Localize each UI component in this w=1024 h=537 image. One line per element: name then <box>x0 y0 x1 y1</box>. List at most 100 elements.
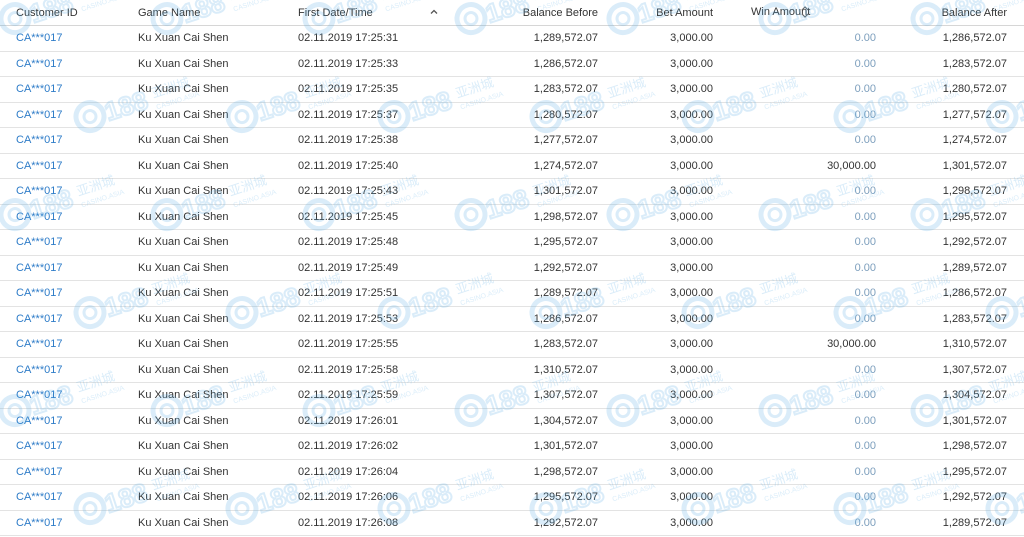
balance-after-cell: 1,292,572.07 <box>888 484 1024 511</box>
customer-id-cell[interactable]: CA***017 <box>0 510 130 536</box>
customer-id-cell[interactable]: CA***017 <box>0 229 130 256</box>
table-row[interactable]: CA***017 Ku Xuan Cai Shen 02.11.2019 17:25… <box>0 25 1024 52</box>
balance-before-cell: 1,307,572.07 <box>450 382 608 409</box>
table-row[interactable]: CA***017 Ku Xuan Cai Shen 02.11.2019 17:25… <box>0 382 1024 409</box>
customer-id-cell[interactable]: CA***017 <box>0 153 130 179</box>
bet-amount-cell: 3,000.00 <box>608 204 723 230</box>
customer-id-cell[interactable]: CA***017 <box>0 382 130 409</box>
customer-id-cell[interactable]: CA***017 <box>0 357 130 383</box>
customer-id-cell[interactable]: CA***017 <box>0 459 130 485</box>
balance-before-cell: 1,292,572.07 <box>450 510 608 536</box>
game-name-cell: Ku Xuan Cai Shen <box>130 280 290 307</box>
win-amount-cell: 0.00 <box>723 178 888 205</box>
header-first-date-time[interactable]: First Date/Time <box>290 0 450 26</box>
balance-after-cell: 1,292,572.07 <box>888 229 1024 256</box>
balance-after-cell: 1,280,572.07 <box>888 76 1024 103</box>
customer-id-cell[interactable]: CA***017 <box>0 178 130 205</box>
game-name-cell: Ku Xuan Cai Shen <box>130 510 290 536</box>
header-balance-before[interactable]: Balance Before <box>450 0 608 26</box>
date-time-cell: 02.11.2019 17:25:45 <box>290 204 450 230</box>
customer-id-cell[interactable]: CA***017 <box>0 102 130 128</box>
table-row[interactable]: CA***017 Ku Xuan Cai Shen 02.11.2019 17:26… <box>0 484 1024 511</box>
balance-before-cell: 1,295,572.07 <box>450 484 608 511</box>
date-time-cell: 02.11.2019 17:25:55 <box>290 331 450 358</box>
header-game-name[interactable]: Game Name <box>130 0 290 26</box>
header-balance-after[interactable]: Balance After <box>888 0 1024 26</box>
table-row[interactable]: CA***017 Ku Xuan Cai Shen 02.11.2019 17:25… <box>0 255 1024 281</box>
balance-after-cell: 1,283,572.07 <box>888 306 1024 332</box>
bet-amount-cell: 3,000.00 <box>608 459 723 485</box>
bet-amount-cell: 3,000.00 <box>608 280 723 307</box>
bet-history-panel: Customer ID Game Name First Date/Time Ba… <box>0 0 1024 537</box>
balance-after-cell: 1,286,572.07 <box>888 280 1024 307</box>
win-amount-cell: 0.00 <box>723 408 888 434</box>
customer-id-cell[interactable]: CA***017 <box>0 255 130 281</box>
date-time-cell: 02.11.2019 17:26:06 <box>290 484 450 511</box>
win-amount-cell: 0.00 <box>723 433 888 460</box>
bet-amount-cell: 3,000.00 <box>608 76 723 103</box>
balance-after-cell: 1,289,572.07 <box>888 510 1024 536</box>
table-row[interactable]: CA***017 Ku Xuan Cai Shen 02.11.2019 17:25… <box>0 306 1024 332</box>
header-win-amount[interactable]: Win Amount <box>723 0 888 26</box>
table-row[interactable]: CA***017 Ku Xuan Cai Shen 02.11.2019 17:25… <box>0 178 1024 205</box>
caret-up-icon[interactable] <box>430 8 438 16</box>
customer-id-cell[interactable]: CA***017 <box>0 51 130 77</box>
game-name-cell: Ku Xuan Cai Shen <box>130 127 290 154</box>
table-row[interactable]: CA***017 Ku Xuan Cai Shen 02.11.2019 17:25… <box>0 357 1024 383</box>
customer-id-cell[interactable]: CA***017 <box>0 433 130 460</box>
date-time-cell: 02.11.2019 17:25:38 <box>290 127 450 154</box>
win-amount-cell: 0.00 <box>723 255 888 281</box>
sort-both-icon[interactable] <box>800 5 810 19</box>
balance-after-cell: 1,298,572.07 <box>888 178 1024 205</box>
table-row[interactable]: CA***017 Ku Xuan Cai Shen 02.11.2019 17:26… <box>0 510 1024 536</box>
customer-id-cell[interactable]: CA***017 <box>0 331 130 358</box>
table-row[interactable]: CA***017 Ku Xuan Cai Shen 02.11.2019 17:25… <box>0 331 1024 358</box>
header-bet-amount[interactable]: Bet Amount <box>608 0 723 26</box>
bet-amount-cell: 3,000.00 <box>608 484 723 511</box>
balance-before-cell: 1,286,572.07 <box>450 306 608 332</box>
table-row[interactable]: CA***017 Ku Xuan Cai Shen 02.11.2019 17:25… <box>0 229 1024 256</box>
game-name-cell: Ku Xuan Cai Shen <box>130 408 290 434</box>
win-amount-cell: 30,000.00 <box>723 153 888 179</box>
table-row[interactable]: CA***017 Ku Xuan Cai Shen 02.11.2019 17:25… <box>0 51 1024 77</box>
table-row[interactable]: CA***017 Ku Xuan Cai Shen 02.11.2019 17:26… <box>0 408 1024 434</box>
customer-id-cell[interactable]: CA***017 <box>0 408 130 434</box>
table-row[interactable]: CA***017 Ku Xuan Cai Shen 02.11.2019 17:25… <box>0 153 1024 179</box>
bet-amount-cell: 3,000.00 <box>608 331 723 358</box>
bet-amount-cell: 3,000.00 <box>608 433 723 460</box>
date-time-cell: 02.11.2019 17:25:33 <box>290 51 450 77</box>
customer-id-cell[interactable]: CA***017 <box>0 25 130 52</box>
game-name-cell: Ku Xuan Cai Shen <box>130 433 290 460</box>
customer-id-cell[interactable]: CA***017 <box>0 127 130 154</box>
game-name-cell: Ku Xuan Cai Shen <box>130 382 290 409</box>
balance-after-cell: 1,286,572.07 <box>888 25 1024 52</box>
table-header-row: Customer ID Game Name First Date/Time Ba… <box>0 0 1024 26</box>
game-name-cell: Ku Xuan Cai Shen <box>130 76 290 103</box>
customer-id-cell[interactable]: CA***017 <box>0 204 130 230</box>
bet-amount-cell: 3,000.00 <box>608 229 723 256</box>
customer-id-cell[interactable]: CA***017 <box>0 76 130 103</box>
customer-id-cell[interactable]: CA***017 <box>0 484 130 511</box>
game-name-cell: Ku Xuan Cai Shen <box>130 484 290 511</box>
game-name-cell: Ku Xuan Cai Shen <box>130 204 290 230</box>
bet-amount-cell: 3,000.00 <box>608 127 723 154</box>
date-time-cell: 02.11.2019 17:25:31 <box>290 25 450 52</box>
customer-id-cell[interactable]: CA***017 <box>0 306 130 332</box>
date-time-cell: 02.11.2019 17:26:04 <box>290 459 450 485</box>
game-name-cell: Ku Xuan Cai Shen <box>130 153 290 179</box>
table-row[interactable]: CA***017 Ku Xuan Cai Shen 02.11.2019 17:25… <box>0 280 1024 307</box>
table-body: CA***017 Ku Xuan Cai Shen 02.11.2019 17:25… <box>0 25 1024 536</box>
date-time-cell: 02.11.2019 17:25:40 <box>290 153 450 179</box>
table-row[interactable]: CA***017 Ku Xuan Cai Shen 02.11.2019 17:25… <box>0 102 1024 128</box>
table-row[interactable]: CA***017 Ku Xuan Cai Shen 02.11.2019 17:25… <box>0 76 1024 103</box>
bet-amount-cell: 3,000.00 <box>608 357 723 383</box>
table-row[interactable]: CA***017 Ku Xuan Cai Shen 02.11.2019 17:26… <box>0 433 1024 460</box>
table-row[interactable]: CA***017 Ku Xuan Cai Shen 02.11.2019 17:25… <box>0 127 1024 154</box>
customer-id-cell[interactable]: CA***017 <box>0 280 130 307</box>
header-customer-id[interactable]: Customer ID <box>0 0 130 26</box>
table-row[interactable]: CA***017 Ku Xuan Cai Shen 02.11.2019 17:26… <box>0 459 1024 485</box>
balance-before-cell: 1,277,572.07 <box>450 127 608 154</box>
win-amount-cell: 0.00 <box>723 204 888 230</box>
table-row[interactable]: CA***017 Ku Xuan Cai Shen 02.11.2019 17:25… <box>0 204 1024 230</box>
balance-before-cell: 1,286,572.07 <box>450 51 608 77</box>
